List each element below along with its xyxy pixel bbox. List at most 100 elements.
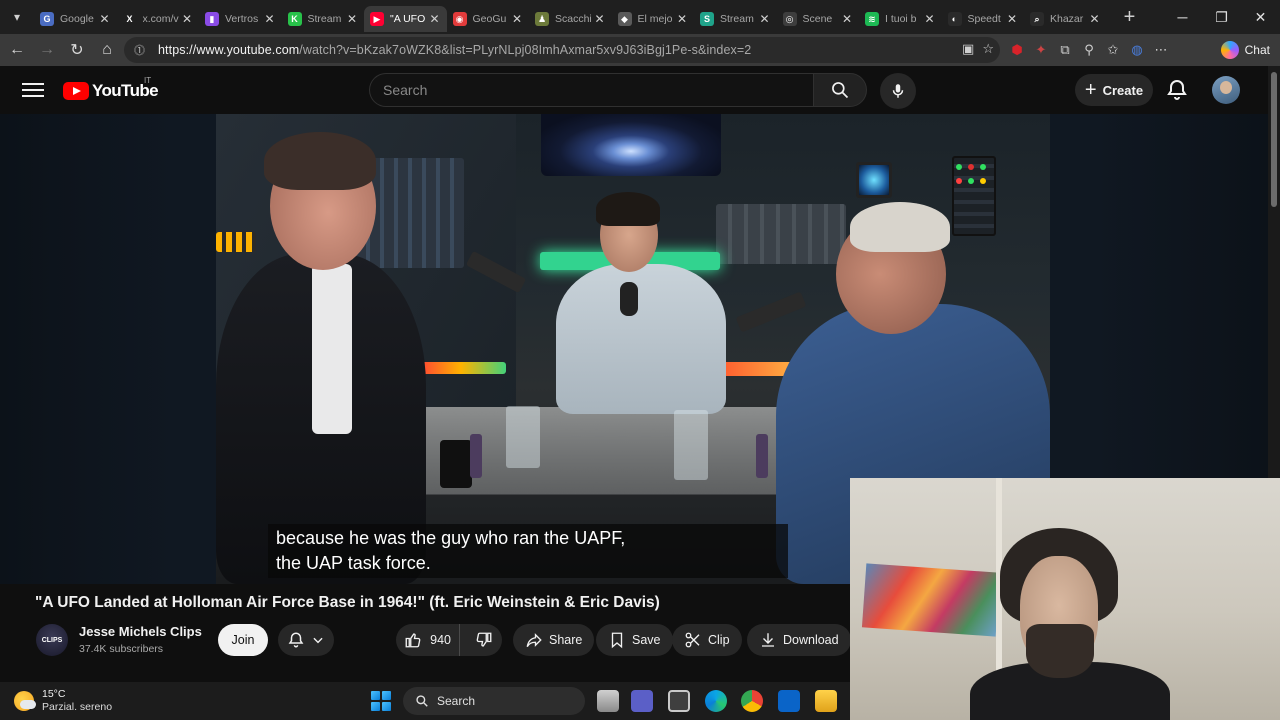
clip-button[interactable]: Clip [672,624,742,656]
close-tab-icon[interactable]: ✕ [181,12,193,26]
weather-widget[interactable]: 15°C Parzial. sereno [14,688,112,714]
close-tab-icon[interactable]: ✕ [1006,12,1018,26]
search-icon [832,82,849,99]
close-tab-icon[interactable]: ✕ [511,12,523,26]
close-tab-icon[interactable]: ✕ [264,12,276,26]
channel-avatar[interactable]: CLIPS [36,624,68,656]
join-button[interactable]: Join [218,624,268,656]
channel-name[interactable]: Jesse Michels Clips [79,624,202,639]
browser-tab[interactable]: ◐ Speedt ✕ [942,6,1025,32]
ublock-extension-icon[interactable]: ⬢ [1005,39,1029,61]
browser-tab[interactable]: G Google ✕ [34,6,117,32]
edge-browser-icon[interactable] [705,690,727,712]
new-tab-button[interactable]: + [1115,2,1145,32]
like-button[interactable]: 940 [396,624,461,656]
browser-tab[interactable]: Xx.com/v ✕ [117,6,200,32]
video-title: "A UFO Landed at Holloman Air Force Base… [35,594,660,611]
windows-taskbar: 15°C Parzial. sereno Search [0,682,850,720]
channel-logo-text: CLIPS [41,636,63,644]
search-input[interactable]: Search [369,73,813,107]
minimize-icon[interactable]: ─ [1163,0,1202,34]
close-tab-icon[interactable]: ✕ [676,12,688,26]
back-button[interactable]: ← [2,35,32,65]
task-view-icon[interactable] [597,690,619,712]
chrome-icon[interactable] [741,690,763,712]
guide-menu-icon[interactable] [22,80,44,100]
caption-line-1: because he was the guy who ran the UAPF, [276,528,626,548]
extensions-puzzle-icon[interactable]: ⧉ [1053,39,1077,61]
youtube-logo[interactable]: YouTube IT [63,76,159,101]
close-window-icon[interactable]: ✕ [1241,0,1280,34]
site-info-icon[interactable]: ⓵ [134,42,150,58]
account-avatar[interactable] [1212,76,1240,104]
clip-label: Clip [708,633,730,647]
browser-tab-strip: ▾ G Google ✕ Xx.com/v ✕ ▮ Vertros ✕ K Stream ✕ ▶ "A … [0,0,1280,34]
tab-title: Vertros [225,13,259,25]
browser-tab[interactable]: K Stream ✕ [282,6,365,32]
bell-icon [288,632,304,648]
close-tab-icon[interactable]: ✕ [924,12,936,26]
split-screen-icon[interactable]: ▣ [962,41,974,57]
browser-tab[interactable]: ▶ "A UFO ✕ [364,6,447,32]
store-icon[interactable] [668,690,690,712]
home-button[interactable]: ⌂ [92,35,122,65]
browser-tab[interactable]: S Stream ✕ [694,6,777,32]
forward-button[interactable]: → [32,35,62,65]
browser-tab[interactable]: ◆ El mejo ✕ [612,6,695,32]
taskbar-search[interactable]: Search [403,687,585,715]
create-label: Create [1102,82,1144,98]
windows-start-icon[interactable] [371,691,391,711]
search-button[interactable] [813,73,867,107]
youtube-header: YouTube IT Search + Create [0,66,1280,114]
file-explorer-icon[interactable] [815,690,837,712]
share-button[interactable]: Share [513,624,595,656]
voice-search-button[interactable] [880,73,916,109]
reload-button[interactable]: ↻ [62,35,92,65]
outlook-icon[interactable] [778,690,800,712]
close-tab-icon[interactable]: ✕ [429,12,441,26]
close-tab-icon[interactable]: ✕ [759,12,771,26]
browser-tab[interactable]: ◉ GeoGu ✕ [447,6,530,32]
save-button[interactable]: Save [596,624,673,656]
google-docs-icon: G [40,12,54,26]
create-button[interactable]: + Create [1075,74,1153,106]
like-count: 940 [430,633,452,647]
page-scrollbar-thumb[interactable] [1271,72,1277,207]
browser-tab[interactable]: ≋ I tuoi b ✕ [859,6,942,32]
copilot-chat-button[interactable]: Chat [1220,39,1270,61]
window-controls: ─ ❐ ✕ [1163,0,1280,34]
browser-toolbar: ← → ↻ ⌂ ⓵ https://www.youtube.com/watch?… [0,34,1280,66]
more-menu-icon[interactable]: ⋯ [1149,39,1173,61]
subscription-bell-button[interactable] [278,624,334,656]
browser-tab[interactable]: ▮ Vertros ✕ [199,6,282,32]
close-tab-icon[interactable]: ✕ [99,12,111,26]
copilot-icon [1220,41,1239,59]
dislike-button[interactable] [466,624,502,656]
split-tab-icon[interactable]: ⚲ [1077,39,1101,61]
download-button[interactable]: Download [747,624,851,656]
profile-icon[interactable]: ◍ [1125,39,1149,61]
streamlabs-icon: S [700,12,714,26]
geoguessr-icon: ◉ [452,12,467,26]
close-tab-icon[interactable]: ✕ [594,12,606,26]
teams-icon[interactable] [631,690,653,712]
address-bar[interactable]: ⓵ https://www.youtube.com/watch?v=bKzak7… [124,37,1000,63]
close-tab-icon[interactable]: ✕ [1089,12,1101,26]
partly-sunny-icon [14,691,36,711]
address-url: https://www.youtube.com/watch?v=bKzak7oW… [158,43,752,57]
tab-actions-chevron-icon[interactable]: ▾ [0,0,34,34]
tab-title: I tuoi b [885,13,917,25]
favorites-icon[interactable]: ✩ [1101,39,1125,61]
notifications-bell-icon[interactable] [1165,78,1189,102]
extension-icon[interactable]: ✦ [1029,39,1053,61]
search-icon [416,695,428,707]
search-icon: ⌕ [1030,12,1044,26]
favorite-star-icon[interactable]: ☆ [982,41,994,57]
restore-icon[interactable]: ❐ [1202,0,1241,34]
browser-tab[interactable]: ◎ Scene ✕ [777,6,860,32]
country-code: IT [144,76,152,85]
browser-tab[interactable]: ⌕ Khazar ✕ [1024,6,1107,32]
close-tab-icon[interactable]: ✕ [841,12,853,26]
browser-tab[interactable]: ♟ Scacchi ✕ [529,6,612,32]
close-tab-icon[interactable]: ✕ [346,12,358,26]
